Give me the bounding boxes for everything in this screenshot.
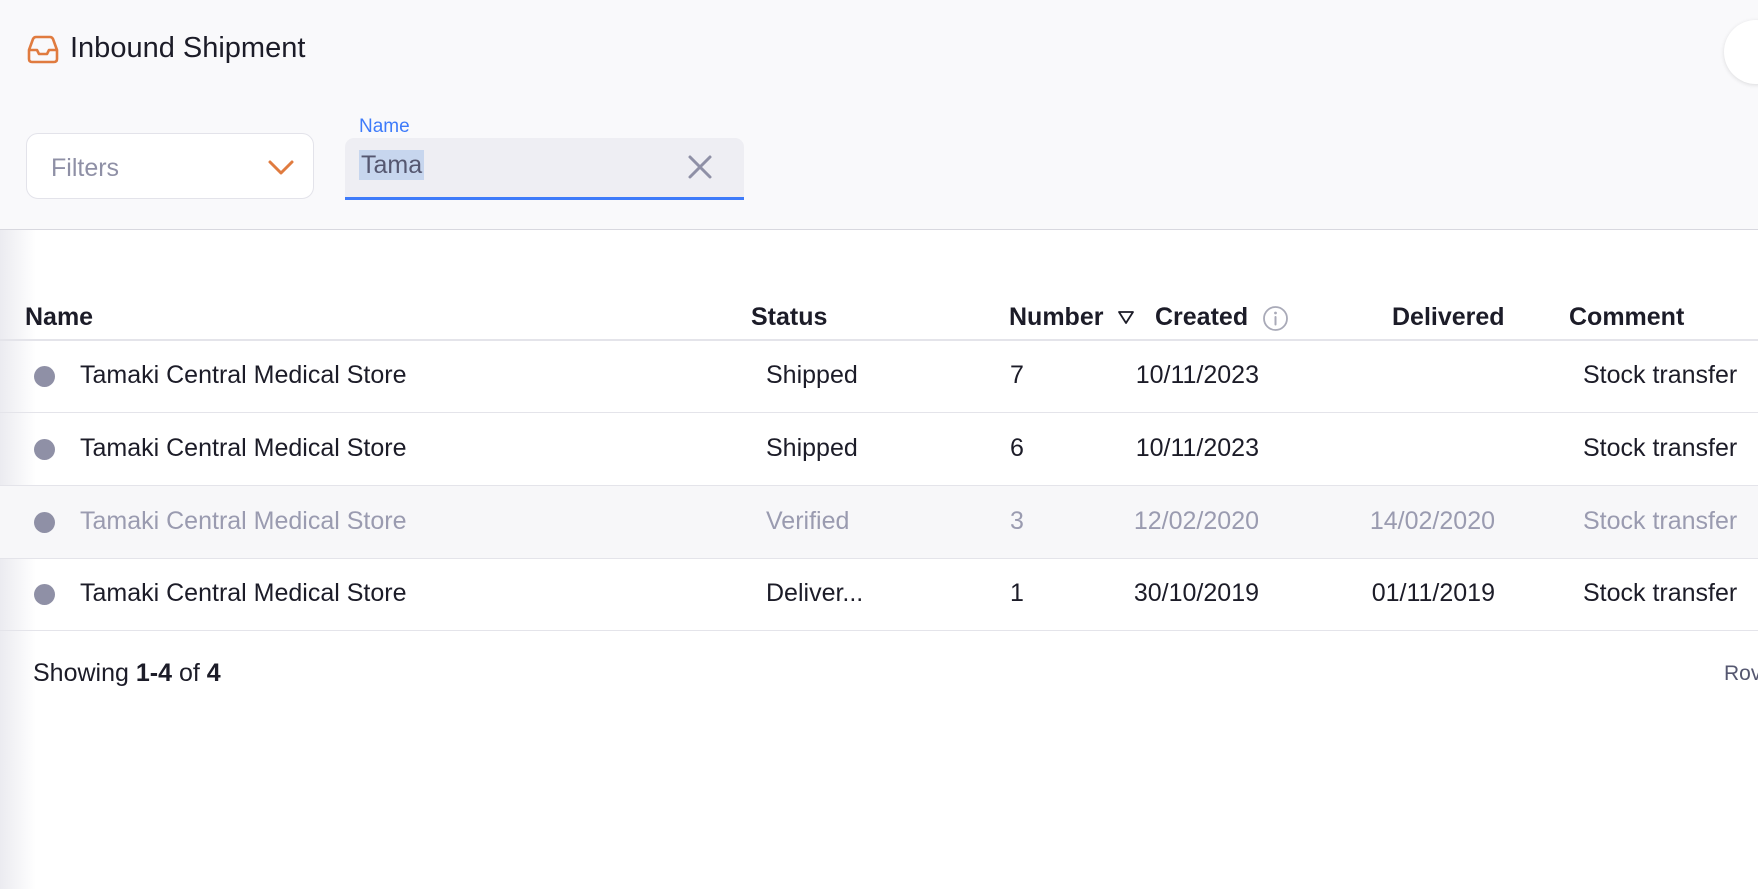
showing-prefix: Showing [33,659,129,687]
cell-name: Tamaki Central Medical Store [80,361,407,389]
cell-number: 7 [1010,361,1024,389]
column-header-number[interactable]: Number [1009,303,1103,332]
chevron-down-icon [268,160,294,175]
cell-created: 30/10/2019 [1133,579,1259,607]
sort-descending-icon[interactable] [1117,309,1135,325]
cell-comment: Stock transfer [1583,579,1738,607]
cell-status: Shipped [766,361,858,389]
status-dot [34,512,55,533]
name-filter-input[interactable]: Tama [345,138,744,200]
close-icon[interactable] [686,153,714,181]
column-header-name[interactable]: Name [25,303,93,332]
cell-status: Verified [766,507,850,535]
cell-number: 3 [1010,507,1024,535]
table-row[interactable]: Tamaki Central Medical Store Deliver... … [0,558,1758,631]
cell-delivered: 01/11/2019 [1371,579,1495,607]
page-title: Inbound Shipment [70,32,306,64]
cell-comment: Stock transfer [1583,361,1738,389]
showing-of: of [178,659,200,687]
cell-comment: Stock transfer [1583,507,1738,535]
showing-total: 4 [206,659,221,687]
cell-status: Shipped [766,434,858,462]
cell-name: Tamaki Central Medical Store [80,579,407,607]
table-row[interactable]: Tamaki Central Medical Store Shipped 6 1… [0,413,1758,486]
cell-delivered: 14/02/2020 [1369,507,1495,535]
pagination-summary: Showing 1-4 of 4 [33,659,221,688]
status-dot [34,366,55,387]
name-filter-label: Name [359,116,410,137]
name-filter-value[interactable]: Tama [359,150,425,180]
page-header: Inbound Shipment Filters Name Tama [0,0,1758,230]
filters-label: Filters [51,154,120,182]
title-row: Inbound Shipment [26,32,305,65]
column-header-delivered[interactable]: Delivered [1392,303,1505,332]
status-dot [34,584,55,605]
showing-range: 1-4 [135,659,172,687]
table-header: Name Status Number Created Delivered Com… [0,290,1758,341]
cell-number: 1 [1010,579,1024,607]
status-dot [34,439,55,460]
cell-name: Tamaki Central Medical Store [80,507,407,535]
cell-created: 10/11/2023 [1135,434,1259,462]
cell-created: 10/11/2023 [1135,361,1259,389]
cell-comment: Stock transfer [1583,434,1738,462]
header-action-button[interactable] [1724,20,1758,84]
info-icon[interactable] [1262,305,1289,332]
cell-number: 6 [1010,434,1024,462]
column-header-comment[interactable]: Comment [1569,303,1684,332]
filters-dropdown[interactable]: Filters [26,133,314,199]
table-row[interactable]: Tamaki Central Medical Store Verified 3 … [0,486,1758,559]
column-header-created[interactable]: Created [1155,303,1248,332]
table-row[interactable]: Tamaki Central Medical Store Shipped 7 1… [0,340,1758,413]
column-header-status[interactable]: Status [751,303,827,332]
cell-name: Tamaki Central Medical Store [80,434,407,462]
cell-created: 12/02/2020 [1133,507,1259,535]
cell-status: Deliver... [766,579,864,607]
inbox-icon [27,35,59,63]
rows-per-page-label: Rov [1724,662,1758,685]
